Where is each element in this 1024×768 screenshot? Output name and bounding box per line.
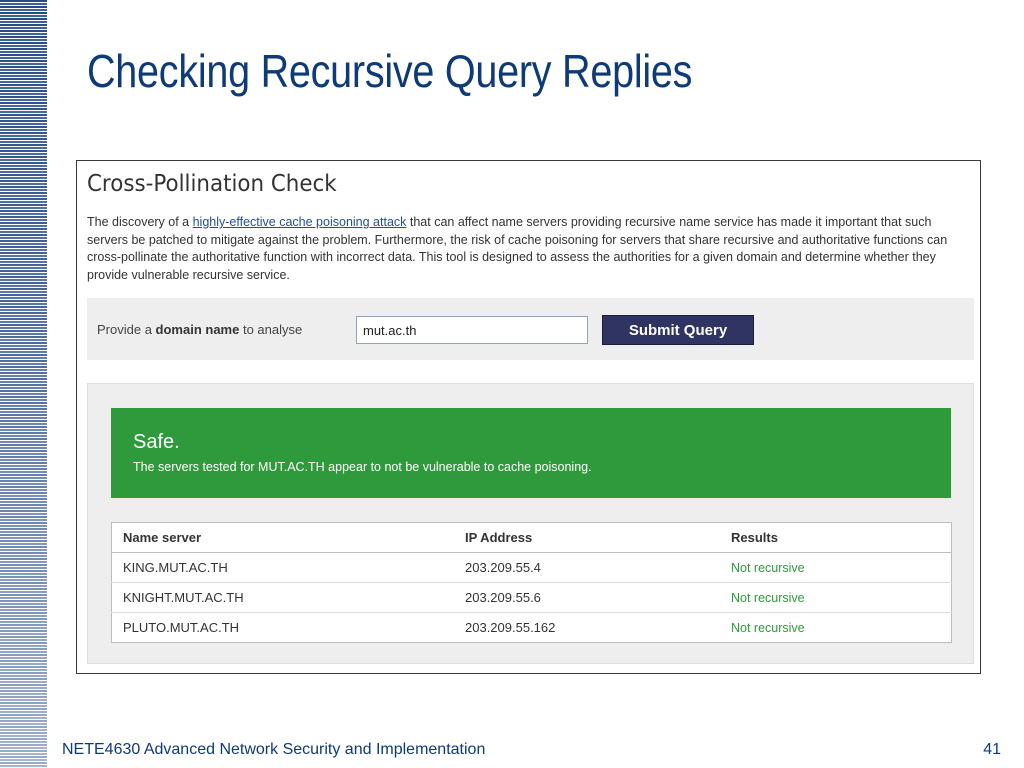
label-suffix: to analyse: [239, 322, 303, 337]
status-message: The servers tested for MUT.AC.TH appear …: [133, 460, 592, 474]
check-title: Cross-Pollination Check: [87, 171, 337, 197]
decorative-side-bar: [0, 0, 47, 768]
ip-address-cell: 203.209.55.162: [454, 612, 720, 643]
domain-field-label: Provide a domain name to analyse: [97, 322, 302, 337]
ip-address-cell: 203.209.55.4: [454, 552, 720, 583]
status-title: Safe.: [133, 431, 180, 453]
table-header-row: Name server IP Address Results: [111, 522, 952, 553]
label-prefix: Provide a: [97, 322, 156, 337]
submit-query-button[interactable]: Submit Query: [602, 315, 754, 345]
header-ip-address: IP Address: [454, 522, 720, 553]
name-server-cell: KNIGHT.MUT.AC.TH: [111, 582, 454, 613]
cache-poisoning-attack-link[interactable]: highly-effective cache poisoning attack: [193, 215, 407, 229]
label-bold: domain name: [155, 322, 240, 337]
result-cell: Not recursive: [720, 612, 952, 643]
table-row: KING.MUT.AC.TH 203.209.55.4 Not recursiv…: [111, 552, 952, 583]
header-results: Results: [720, 522, 952, 553]
intro-text-before-link: The discovery of a: [87, 215, 193, 229]
domain-form: Provide a domain name to analyse Submit …: [87, 298, 974, 360]
slide-title: Checking Recursive Query Replies: [87, 45, 693, 97]
cross-pollination-check-panel: Cross-Pollination Check The discovery of…: [76, 160, 981, 674]
table-row: PLUTO.MUT.AC.TH 203.209.55.162 Not recur…: [111, 612, 952, 643]
ip-address-cell: 203.209.55.6: [454, 582, 720, 613]
name-server-cell: PLUTO.MUT.AC.TH: [111, 612, 454, 643]
domain-name-input[interactable]: [356, 316, 588, 344]
table-row: KNIGHT.MUT.AC.TH 203.209.55.6 Not recurs…: [111, 582, 952, 613]
name-server-cell: KING.MUT.AC.TH: [111, 552, 454, 583]
slide-footer: NETE4630 Advanced Network Security and I…: [62, 741, 486, 758]
header-name-server: Name server: [111, 522, 454, 553]
page-number: 41: [983, 741, 1001, 758]
name-servers-table: Name server IP Address Results KING.MUT.…: [111, 522, 952, 643]
intro-paragraph: The discovery of a highly-effective cach…: [87, 214, 967, 284]
result-area: Safe. The servers tested for MUT.AC.TH a…: [87, 383, 974, 664]
safe-status-banner: Safe. The servers tested for MUT.AC.TH a…: [111, 408, 951, 498]
result-cell: Not recursive: [720, 552, 952, 583]
result-cell: Not recursive: [720, 582, 952, 613]
